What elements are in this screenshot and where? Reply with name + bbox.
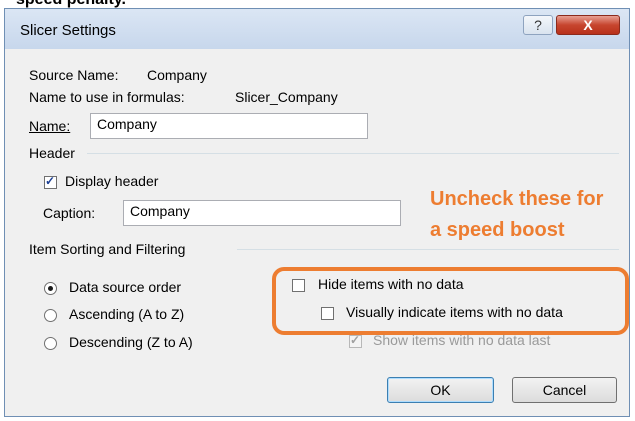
header-section-title: Header bbox=[29, 145, 75, 161]
title-bar: Slicer Settings ? X bbox=[5, 9, 629, 49]
callout-highlight-box bbox=[272, 267, 629, 335]
callout-line-2: a speed boost bbox=[430, 219, 565, 241]
name-input[interactable]: Company bbox=[90, 113, 368, 139]
dialog-content: Source Name: Company Name to use in form… bbox=[21, 57, 629, 409]
header-divider bbox=[87, 153, 619, 154]
formula-name-value: Slicer_Company bbox=[235, 89, 338, 105]
display-header-checkbox[interactable] bbox=[44, 174, 57, 189]
ascending-label: Ascending (A to Z) bbox=[69, 306, 185, 322]
data-source-order-label: Data source order bbox=[69, 279, 182, 295]
caption-label: Caption: bbox=[43, 205, 96, 221]
sorting-divider bbox=[237, 249, 619, 250]
source-name-value: Company bbox=[147, 67, 207, 83]
source-name-label: Source Name: bbox=[29, 67, 119, 83]
show-items-last-checkbox[interactable] bbox=[349, 333, 362, 348]
callout-line-1: Uncheck these for bbox=[430, 188, 604, 210]
close-button[interactable]: X bbox=[556, 15, 620, 35]
display-header-label: Display header bbox=[65, 173, 159, 189]
descending-label: Descending (Z to A) bbox=[69, 334, 193, 350]
ok-button[interactable]: OK bbox=[387, 377, 494, 403]
radio-data-source-order[interactable] bbox=[44, 282, 57, 295]
name-label: Name: bbox=[29, 118, 71, 134]
cancel-button[interactable]: Cancel bbox=[512, 377, 617, 403]
radio-ascending[interactable] bbox=[44, 309, 57, 322]
sorting-section-title: Item Sorting and Filtering bbox=[29, 241, 186, 257]
formula-name-label: Name to use in formulas: bbox=[29, 89, 185, 105]
dialog-title: Slicer Settings bbox=[20, 22, 116, 39]
slicer-settings-dialog: Slicer Settings ? X Source Name: Company… bbox=[4, 8, 630, 417]
radio-descending[interactable] bbox=[44, 337, 57, 350]
caption-input[interactable]: Company bbox=[123, 200, 401, 226]
help-button[interactable]: ? bbox=[523, 15, 553, 35]
